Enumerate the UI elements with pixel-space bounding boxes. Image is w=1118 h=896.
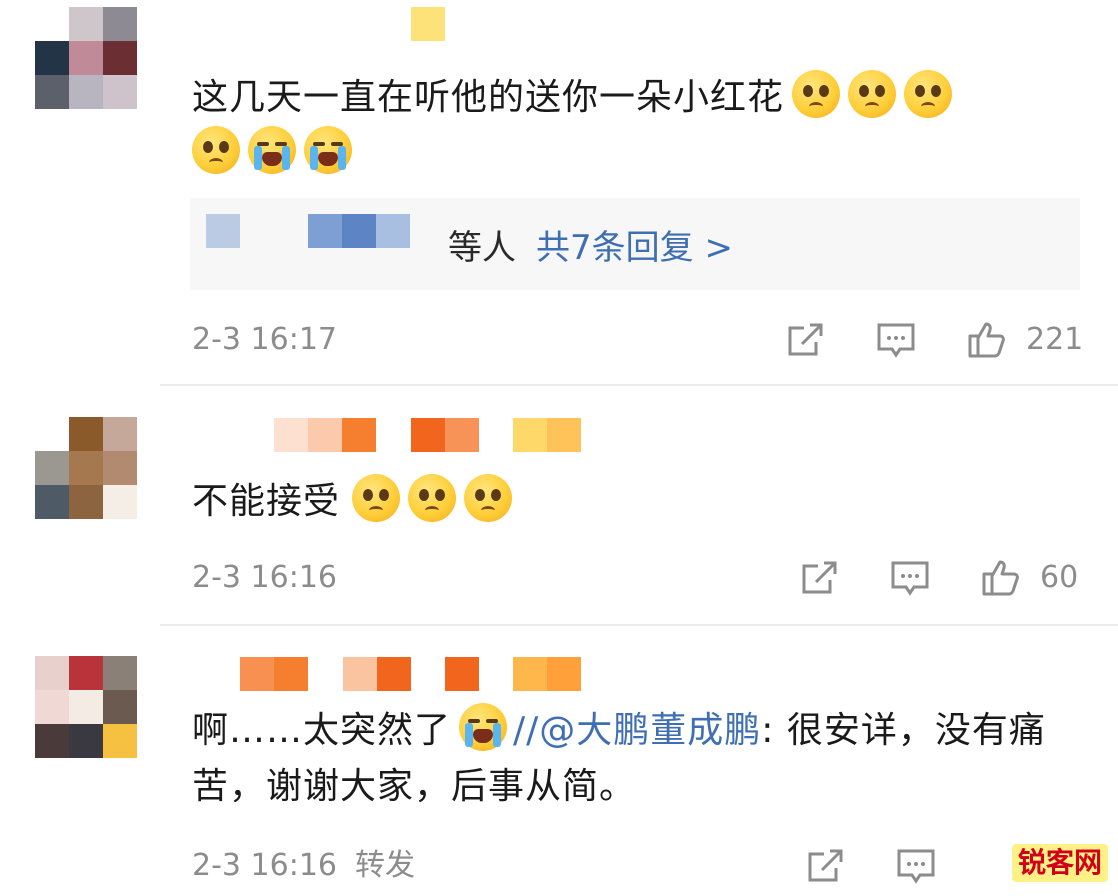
share-icon [788,323,823,356]
reply-summary-text: 等人 共7条回复 > [448,228,733,268]
avatar[interactable] [35,417,137,519]
comment-icon [891,561,929,596]
timestamp-row: 2-3 16:16 转发 [192,848,415,884]
username-redacted[interactable] [513,418,581,452]
mention-link[interactable]: @大鹏董成鹏 [539,710,761,751]
comment-text: 不能接受 [192,474,1072,530]
reply-usernames-redacted [308,214,410,248]
timestamp: 2-3 16:16 [192,560,337,595]
like-count: 60 [1040,560,1079,595]
username-redacted[interactable] [274,418,376,452]
timestamp: 2-3 16:16 [192,848,337,883]
sad-face-icon [904,70,953,118]
reply-summary[interactable]: 等人 共7条回复 > [190,198,1080,290]
crying-face-icon [459,703,508,751]
username-redacted[interactable] [411,418,479,452]
avatar[interactable] [35,656,137,758]
forward-button[interactable] [800,558,840,598]
share-icon [808,849,843,882]
crying-face-icon [304,126,352,174]
comment-button[interactable] [890,558,930,598]
comment-body: 不能接受 [192,481,341,522]
comment-text: 啊……太突然了//@大鹏董成鹏: 很安详，没有痛苦，谢谢大家，后事从简。 [192,703,1072,815]
comment-icon [897,849,935,884]
view-replies-link[interactable]: 共7条回复 > [536,228,733,268]
sad-face-icon [192,126,240,174]
username-redacted[interactable] [343,657,411,691]
username-redacted[interactable] [411,7,445,41]
comment-icon [877,323,915,358]
comment-button[interactable] [876,320,916,360]
sad-face-icon [464,474,513,522]
divider [160,384,1118,386]
comment-button[interactable] [896,846,936,886]
reply-usernames-redacted [206,214,240,248]
comment-text: 这几天一直在听他的送你一朵小红花 [192,70,1072,182]
sad-face-icon [848,70,897,118]
comment-body-start: 啊……太突然了 [192,710,452,751]
sad-face-icon [408,474,457,522]
timestamp: 2-3 16:17 [192,322,337,357]
avatar[interactable] [35,7,137,109]
forward-label[interactable]: 转发 [355,848,415,883]
username-redacted[interactable] [240,657,308,691]
share-icon [802,561,837,594]
watermark-logo: 锐客网 [1011,844,1108,882]
forward-button[interactable] [786,320,826,360]
sad-face-icon [792,70,841,118]
like-button[interactable] [966,318,1008,358]
forward-button[interactable] [806,846,846,886]
comment-body: 这几天一直在听他的送你一朵小红花 [192,77,785,118]
repost-slashes: // [513,710,540,751]
like-count: 221 [1026,322,1084,357]
thumbs-up-icon [982,560,1019,596]
username-redacted[interactable] [513,657,581,691]
thumbs-up-icon [968,322,1005,358]
like-button[interactable] [980,556,1022,596]
divider [160,624,1118,626]
crying-face-icon [248,126,296,174]
reply-suffix: 等人 [448,228,516,268]
username-redacted[interactable] [445,657,479,691]
sad-face-icon [352,474,401,522]
